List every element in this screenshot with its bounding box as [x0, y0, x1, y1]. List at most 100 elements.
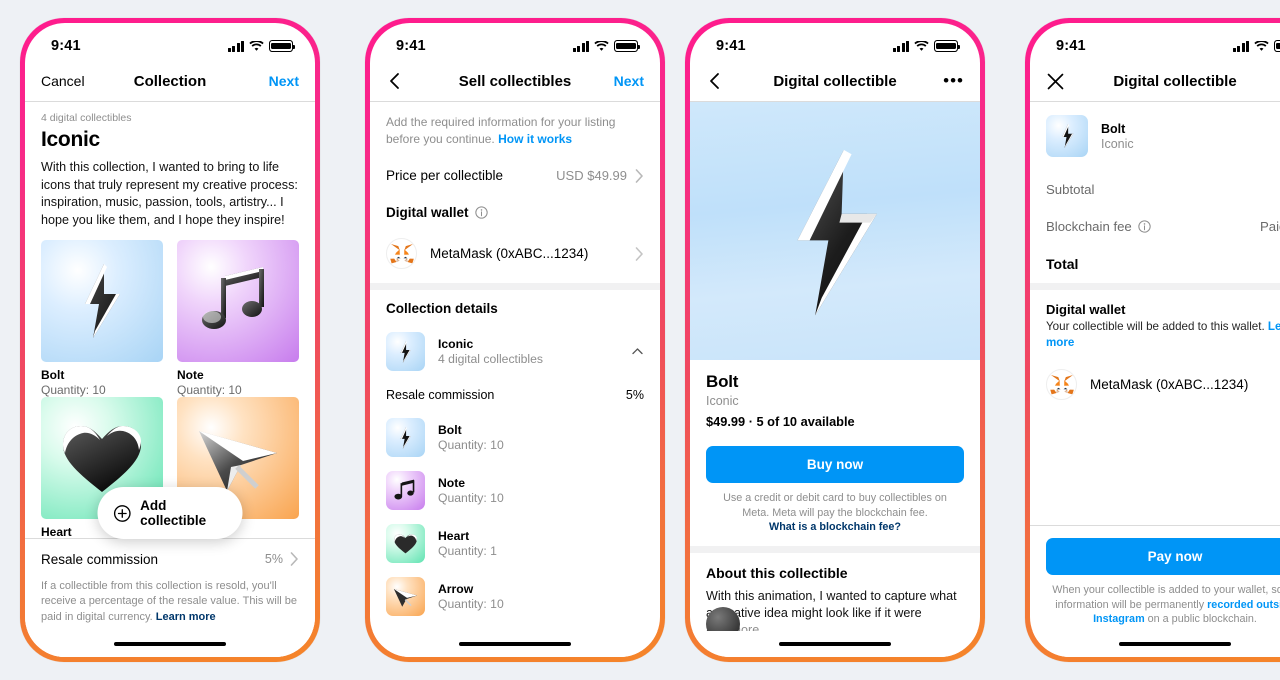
list-item-text: Arrow Quantity: 10 — [438, 582, 504, 611]
more-options-button[interactable]: ••• — [943, 71, 964, 90]
more-options-icon: ••• — [943, 71, 964, 90]
buy-note: Use a credit or debit card to buy collec… — [690, 483, 980, 546]
next-button[interactable]: Next — [614, 73, 644, 89]
battery-full-icon — [269, 40, 296, 52]
nav-bar-checkout: Digital collectible — [1030, 61, 1280, 101]
phone-mockup-checkout: 9:41 Digital collectible Bolt Iconic Sub… — [1025, 18, 1280, 662]
home-indicator-area — [370, 631, 660, 657]
list-item[interactable]: Arrow Quantity: 10 — [370, 570, 660, 623]
resale-commission-row[interactable]: Resale commission 5% — [25, 539, 315, 579]
collection-summary-text: Iconic 4 digital collectibles — [438, 337, 543, 366]
collectible-tile[interactable]: Note Quantity: 10 — [177, 240, 299, 397]
tile-quantity: Quantity: 10 — [177, 383, 242, 397]
add-collectible-button[interactable]: Add collectible — [97, 487, 243, 539]
list-item[interactable]: Heart Quantity: 1 — [370, 517, 660, 570]
subtotal-label: Subtotal — [1046, 182, 1095, 197]
status-time: 9:41 — [716, 38, 746, 54]
collection-details-label: Collection details — [386, 301, 498, 316]
item-collection: Iconic — [1101, 136, 1134, 151]
back-button[interactable] — [706, 72, 724, 90]
note-art — [386, 471, 425, 510]
collection-description: With this collection, I wanted to bring … — [41, 160, 298, 227]
info-icon[interactable] — [474, 206, 488, 219]
price-value: USD $49.99 — [556, 168, 627, 183]
close-x-icon — [1047, 73, 1064, 89]
screen-checkout: 9:41 Digital collectible Bolt Iconic Sub… — [1030, 23, 1280, 657]
cellular-bars-icon — [1232, 40, 1249, 52]
home-indicator[interactable] — [779, 641, 891, 647]
screen-collectible-detail: 9:41 Digital collectible ••• Bolt Iconic… — [690, 23, 980, 657]
detail-info: Bolt Iconic $49.99 · 5 of 10 available — [690, 360, 980, 442]
home-indicator[interactable] — [114, 641, 226, 647]
page-title: Digital collectible — [1113, 72, 1237, 90]
back-button[interactable] — [386, 72, 404, 90]
screenshot-stage: 9:41 Cancel Collection Next 4 digital co… — [0, 0, 1280, 680]
wifi-icon — [249, 40, 264, 51]
resale-value-group: 5% — [265, 552, 299, 566]
wifi-icon — [914, 40, 929, 51]
home-indicator[interactable] — [459, 641, 571, 647]
checkout-item: Bolt Iconic — [1030, 102, 1280, 171]
item-name: Heart — [438, 529, 470, 543]
info-icon[interactable] — [1138, 220, 1151, 233]
battery-full-icon — [614, 40, 641, 52]
status-icons — [227, 40, 296, 52]
page-title: Digital collectible — [773, 72, 897, 90]
list-item[interactable]: Note Quantity: 10 — [370, 464, 660, 517]
price-per-collectible-row[interactable]: Price per collectible USD $49.99 — [370, 157, 660, 194]
collection-count: 4 digital collectibles — [41, 112, 132, 124]
nav-bar-detail: Digital collectible ••• — [690, 61, 980, 101]
wallet-name: MetaMask (0xABC...1234) — [1090, 377, 1249, 392]
detail-body: Bolt Iconic $49.99 · 5 of 10 available B… — [690, 360, 980, 631]
collection-summary-row[interactable]: Iconic 4 digital collectibles — [370, 325, 660, 378]
chevron-right-icon — [290, 552, 298, 566]
wallet-row[interactable]: MetaMask (0xABC...1234) — [1030, 360, 1280, 414]
status-time: 9:41 — [396, 38, 426, 54]
section-separator — [1030, 283, 1280, 290]
screen-sell-collectibles: 9:41 Sell collectibles Next Add the requ… — [370, 23, 660, 657]
tile-name: Bolt — [41, 368, 65, 382]
heart-art — [386, 524, 425, 563]
wifi-icon — [1254, 40, 1269, 51]
wallet-row[interactable]: MetaMask (0xABC...1234) — [370, 229, 660, 283]
item-name: Bolt — [438, 423, 462, 437]
hero-bolt-svg — [797, 149, 877, 315]
pay-divider — [1030, 525, 1280, 527]
phone-mockup-sell: 9:41 Sell collectibles Next Add the requ… — [365, 18, 665, 662]
tile-quantity: Quantity: 10 — [41, 383, 106, 397]
wallet-subtext: Your collectible will be added to this w… — [1030, 319, 1280, 360]
arrow-art — [386, 577, 425, 616]
close-button[interactable] — [1046, 72, 1065, 91]
battery-full-icon — [934, 40, 961, 52]
phone-mockup-collection: 9:41 Cancel Collection Next 4 digital co… — [20, 18, 320, 662]
cellular-bars-icon — [227, 40, 244, 52]
wallet-subtext-text: Your collectible will be added to this w… — [1046, 320, 1268, 333]
blockchain-fee-link[interactable]: What is a blockchain fee? — [769, 521, 901, 533]
list-item-text: Note Quantity: 10 — [438, 476, 504, 505]
pay-now-button[interactable]: Pay now — [1046, 538, 1280, 576]
cancel-button[interactable]: Cancel — [41, 73, 85, 89]
resale-fineprint: If a collectible from this collection is… — [25, 579, 315, 632]
pay-note-text-2: on a public blockchain. — [1144, 613, 1257, 626]
chevron-up-icon[interactable] — [631, 345, 644, 358]
collectible-tile[interactable]: Bolt Quantity: 10 — [41, 240, 163, 397]
how-it-works-link[interactable]: How it works — [498, 132, 572, 146]
home-indicator[interactable] — [1119, 641, 1231, 647]
cellular-bars-icon — [892, 40, 909, 52]
list-item-text: Heart Quantity: 1 — [438, 529, 497, 558]
about-header: About this collectible — [706, 564, 848, 581]
chevron-left-icon — [390, 73, 399, 89]
status-bar: 9:41 — [370, 23, 660, 61]
buy-now-button[interactable]: Buy now — [706, 446, 964, 483]
wallet-header: Digital wallet — [1046, 302, 1126, 317]
collection-header: 4 digital collectibles Iconic With this … — [25, 102, 315, 229]
list-item-text: Bolt Quantity: 10 — [438, 423, 504, 452]
learn-more-link[interactable]: Learn more — [156, 611, 216, 623]
metamask-fox-icon — [1046, 369, 1077, 400]
next-button[interactable]: Next — [269, 73, 299, 89]
blockchain-fee-value: Paid by — [1260, 219, 1280, 234]
item-quantity: Quantity: 10 — [438, 597, 504, 611]
list-item[interactable]: Bolt Quantity: 10 — [370, 411, 660, 464]
collectible-price: $49.99 · 5 of 10 available — [706, 414, 855, 429]
total-row: Total $4 — [1030, 245, 1280, 283]
